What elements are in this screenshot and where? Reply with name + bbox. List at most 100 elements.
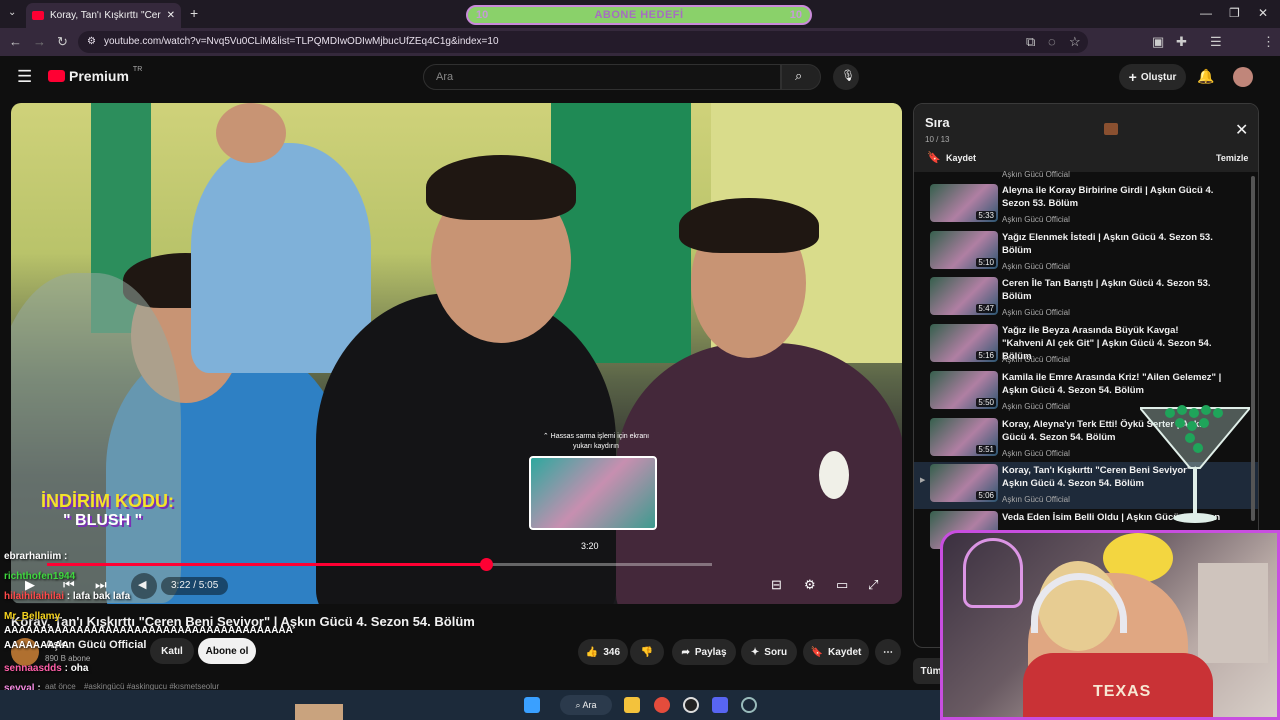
chat-username[interactable]: ebrarhaniim [4,551,61,562]
logo-region: TR [132,65,143,73]
microphone-icon: 🎙 [841,70,855,82]
queue-item-thumbnail[interactable]: 5:06 [930,464,998,503]
save-button[interactable]: 🔖 Kaydet [803,639,869,665]
dislike-button[interactable]: 👎 [630,639,664,665]
chat-username[interactable]: Mr_Bellamy [4,611,60,622]
ask-button[interactable]: ✦ Soru [741,639,797,665]
bookmark-outline-icon[interactable]: 🔖 [927,151,941,164]
minimize-icon[interactable]: — [1200,6,1212,20]
progress-scrubber-handle[interactable] [479,558,493,571]
chat-emote-image [295,704,343,720]
file-explorer-icon[interactable] [624,697,640,713]
chat-username[interactable]: richthofen1944 [4,571,75,582]
extension-icon[interactable]: ▣ [1152,34,1164,50]
subtitles-icon[interactable]: ⊟ [771,577,782,593]
back-arrow-icon[interactable]: ← [9,34,22,49]
settings-gear-icon[interactable]: ⚙ [804,577,816,593]
maximize-icon[interactable]: ❐ [1229,6,1240,20]
forward-arrow-icon[interactable]: → [33,34,46,49]
install-app-icon[interactable]: ⧉ [1026,34,1035,50]
chat-username[interactable]: AAAAAAAAAAAAAAAAAAAAAAAAAAAAAAAAAAAAAAAA [4,625,293,636]
create-label: Oluştur [1140,71,1177,83]
volume-button[interactable]: ◀ [131,573,157,599]
new-tab-button[interactable]: + [190,5,198,21]
thumbs-down-icon: 👎 [640,646,654,658]
notifications-bell-icon[interactable]: 🔔 [1197,68,1214,85]
taskbar-search[interactable]: ⌕ Ara [560,695,612,715]
fullscreen-icon[interactable]: ⤢ [868,577,878,593]
reload-icon[interactable]: ↻ [57,34,68,50]
emote-icon [1104,123,1118,135]
puzzle-extensions-icon[interactable]: ✚ [1176,34,1187,50]
bookmark-star-icon[interactable]: ☆ [1069,34,1081,50]
queue-scrollbar[interactable] [1251,176,1255,521]
queue-item-thumbnail[interactable]: 5:33 [930,184,998,222]
queue-item-title[interactable]: Aleyna ile Koray Birbirine Girdi | Aşkın… [1002,184,1222,210]
queue-item-duration: 5:33 [976,211,996,220]
chat-text: : lafa bak lafa [66,591,131,602]
search-button[interactable]: ⌕ [781,64,821,90]
share-button[interactable]: ➦ Paylaş [672,639,736,665]
browser-menu-icon[interactable]: ⋮ [1262,34,1275,50]
queue-item-thumbnail[interactable]: 5:16 [930,324,998,363]
chat-username[interactable]: AAAAAAAAA [4,640,69,651]
queue-item-thumbnail[interactable]: 5:10 [930,230,998,269]
search-input[interactable]: Ara [423,64,781,90]
chat-username[interactable]: sennaasdds [4,663,62,674]
queue-close-icon[interactable]: ✕ [1235,120,1248,140]
queue-item[interactable]: 5:33 Aleyna ile Koray Birbirine Girdi | A… [914,182,1258,229]
obs-icon[interactable] [683,697,699,713]
subscribe-button[interactable]: Abone ol [198,638,256,664]
tab-close-icon[interactable]: ✕ [167,10,175,21]
url-field[interactable]: ⚙ youtube.com/watch?v=Nvq5Vu0CLiM&list=T… [78,31,1088,53]
discord-icon[interactable] [712,697,728,713]
queue-item-thumbnail[interactable]: 5:50 [930,370,998,409]
queue-item[interactable]: 5:10 Yağız Elenmek İstedi | Aşkın Gücü 4.… [914,229,1258,276]
progress-played [47,563,486,566]
volume-icon: ◀ [138,579,147,591]
theater-mode-icon[interactable]: ▭ [836,577,848,593]
queue-position: 10 / 13 [925,135,950,144]
browser-tab-bar: ⌄ Koray, Tan'ı Kışkırttı "Ceren Beni ✕ +… [0,0,1280,28]
youtube-logo[interactable]: Premium TR [48,65,143,84]
queue-clear-button[interactable]: Temizle [1216,153,1248,163]
chrome-icon[interactable] [654,697,670,713]
window-close-icon[interactable]: ✕ [1258,6,1268,20]
more-actions-button[interactable]: ⋯ [875,639,901,665]
join-label: Katıl [161,645,183,657]
queue-item-thumbnail[interactable]: 5:47 [930,277,998,316]
voice-search-button[interactable]: 🎙 [833,64,859,90]
steam-icon[interactable] [741,697,757,713]
queue-save-button[interactable]: Kaydet [946,153,976,163]
windows-start-icon[interactable] [524,697,540,713]
chat-message: AAAAAAAAAAAAAAAAAAAAAAAAAAAAAAAAAAAAAAAA [4,625,293,636]
eye-off-icon[interactable]: ◌ [1048,34,1056,49]
create-button[interactable]: + Oluştur [1119,64,1186,90]
reading-list-icon[interactable]: ☰ [1210,34,1222,50]
progress-bar[interactable] [47,558,712,571]
taskbar-search-icon: ⌕ [575,700,583,710]
save-label: Kaydet [828,646,862,658]
browser-tab-active[interactable]: Koray, Tan'ı Kışkırttı "Ceren Beni ✕ [26,3,181,28]
queue-item-duration: 5:10 [976,257,996,267]
join-button[interactable]: Katıl [150,638,194,664]
site-info-icon[interactable]: ⚙ [87,31,96,53]
chat-username[interactable]: hilaihilaihilai [4,591,64,602]
account-avatar[interactable] [1233,67,1253,87]
streamer-webcam: TEXAS [940,530,1280,720]
plus-icon: + [1128,69,1137,85]
video-player[interactable]: İNDİRİM KODU: " BLUSH " ⌃ Hassas sarma i… [11,103,902,604]
hamburger-menu-icon[interactable]: ☰ [17,67,32,87]
tab-list-chevron-icon[interactable]: ⌄ [8,7,16,18]
queue-item-title[interactable]: Kamila ile Emre Arasında Kriz! "Ailen Ge… [1002,371,1222,397]
queue-item[interactable]: 5:47 Ceren İle Tan Barıştı | Aşkın Gücü 4… [914,275,1258,322]
queue-item-duration: 5:06 [976,491,996,501]
chat-message: AAAAAAAAA [4,640,69,651]
queue-item-channel: Aşkın Gücü Official [1002,308,1070,318]
queue-item-title[interactable]: Ceren İle Tan Barıştı | Aşkın Gücü 4. Se… [1002,277,1222,303]
like-button[interactable]: 👍 346 [578,639,628,665]
scrub-tip: ⌃ Hassas sarma işlemi için ekranı yukarı… [531,432,661,452]
queue-item[interactable]: 5:16 Yağız ile Beyza Arasında Büyük Kavga… [914,322,1258,369]
queue-item-title[interactable]: Yağız Elenmek İstedi | Aşkın Gücü 4. Sez… [1002,231,1222,257]
queue-item-thumbnail[interactable]: 5:51 [930,417,998,456]
